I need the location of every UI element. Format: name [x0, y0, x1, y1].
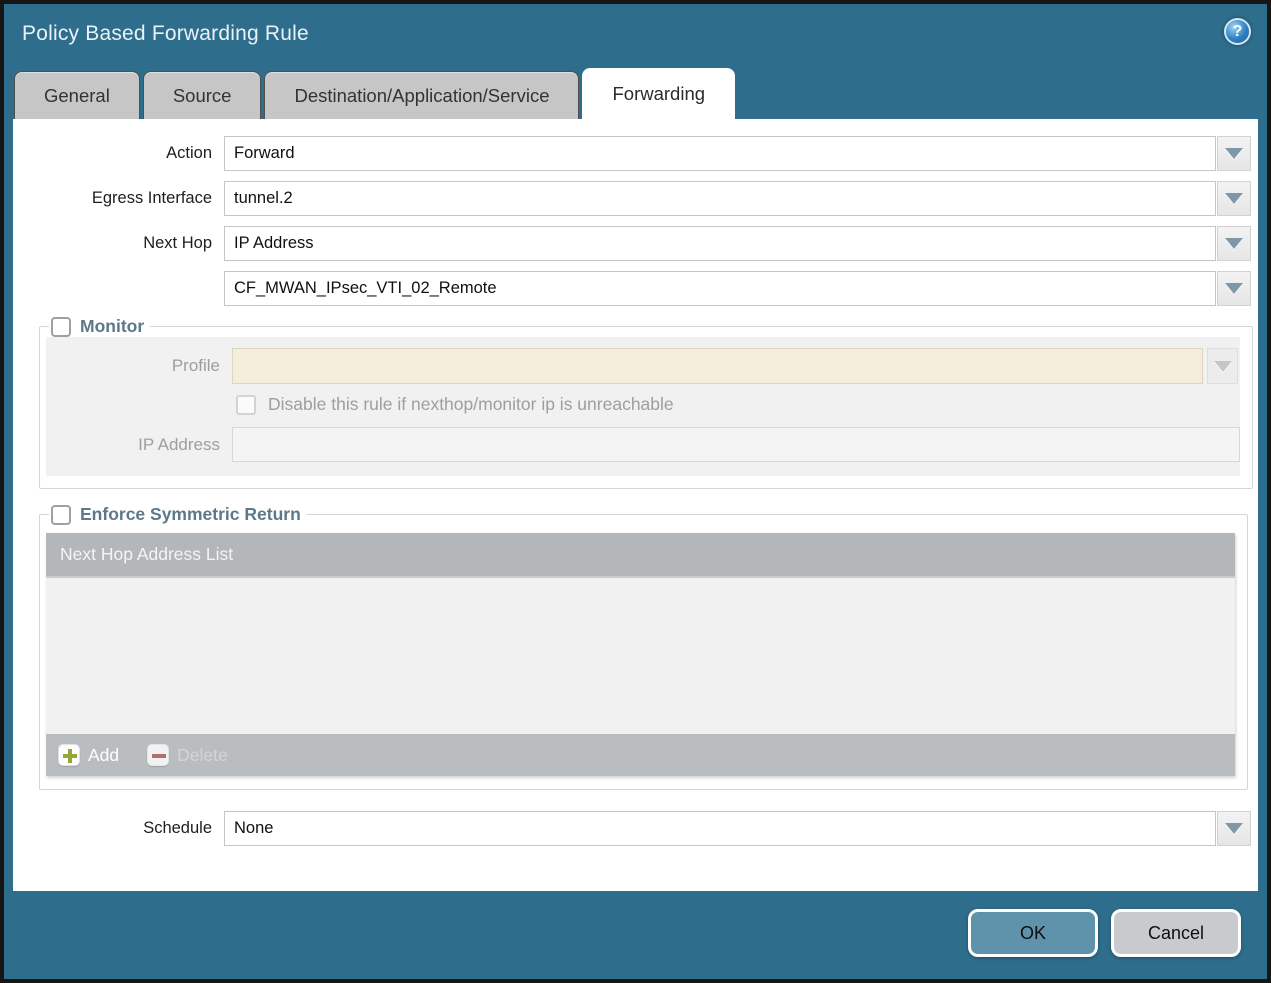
disable-rule-row: Disable this rule if nexthop/monitor ip …	[236, 394, 1240, 415]
dialog-title: Policy Based Forwarding Rule	[22, 22, 309, 46]
schedule-dropdown-button[interactable]	[1217, 811, 1251, 846]
disable-rule-label: Disable this rule if nexthop/monitor ip …	[268, 394, 674, 415]
symmetric-return-section: Enforce Symmetric Return Next Hop Addres…	[39, 504, 1248, 790]
tab-source[interactable]: Source	[143, 71, 262, 119]
add-button-label: Add	[88, 745, 119, 766]
table-header-next-hop-address-list: Next Hop Address List	[46, 533, 1235, 578]
cancel-button[interactable]: Cancel	[1111, 909, 1241, 957]
tab-general[interactable]: General	[14, 71, 140, 119]
chevron-down-icon	[1225, 193, 1243, 204]
schedule-row: Schedule None	[13, 811, 1258, 846]
next-hop-label: Next Hop	[13, 234, 212, 253]
tab-forwarding[interactable]: Forwarding	[582, 68, 735, 119]
monitor-panel: Profile Disable this rule if nexthop/mon…	[46, 337, 1240, 476]
next-hop-row: Next Hop IP Address	[13, 226, 1258, 261]
next-hop-address-select[interactable]: CF_MWAN_IPsec_VTI_02_Remote	[224, 271, 1216, 306]
pbf-rule-dialog: Policy Based Forwarding Rule ? General S…	[0, 0, 1271, 983]
egress-interface-row: Egress Interface tunnel.2	[13, 181, 1258, 216]
monitor-ip-row: IP Address	[46, 427, 1240, 462]
schedule-label: Schedule	[13, 819, 212, 838]
plus-icon	[58, 744, 80, 766]
disable-rule-checkbox	[236, 395, 256, 415]
action-dropdown-button[interactable]	[1217, 136, 1251, 171]
profile-select	[232, 348, 1203, 384]
action-row: Action Forward	[13, 136, 1258, 171]
egress-interface-label: Egress Interface	[13, 189, 212, 208]
chevron-down-icon	[1225, 823, 1243, 834]
profile-row: Profile	[46, 348, 1240, 384]
chevron-down-icon	[1225, 283, 1243, 294]
monitor-ip-label: IP Address	[46, 435, 220, 455]
action-label: Action	[13, 144, 212, 163]
monitor-ip-input	[232, 427, 1240, 462]
ok-button[interactable]: OK	[968, 909, 1098, 957]
chevron-down-icon	[1225, 148, 1243, 159]
schedule-select[interactable]: None	[224, 811, 1216, 846]
monitor-checkbox[interactable]	[51, 317, 71, 337]
action-select[interactable]: Forward	[224, 136, 1216, 171]
tab-content-forwarding: Action Forward Egress Interface tunnel.2…	[13, 119, 1258, 891]
profile-dropdown-button	[1207, 348, 1238, 384]
next-hop-address-row: CF_MWAN_IPsec_VTI_02_Remote	[13, 271, 1258, 306]
table-footer: Add Delete	[46, 734, 1235, 776]
profile-label: Profile	[46, 356, 220, 376]
monitor-section: Monitor Profile Disable this rule if nex…	[39, 316, 1253, 489]
next-hop-address-table: Next Hop Address List Add Delete	[46, 533, 1235, 776]
symmetric-return-legend: Enforce Symmetric Return	[80, 504, 301, 525]
add-button[interactable]: Add	[58, 744, 119, 766]
symmetric-return-checkbox[interactable]	[51, 505, 71, 525]
table-body-empty[interactable]	[46, 578, 1235, 734]
tab-destination-application-service[interactable]: Destination/Application/Service	[264, 71, 579, 119]
next-hop-address-dropdown-button[interactable]	[1217, 271, 1251, 306]
egress-interface-dropdown-button[interactable]	[1217, 181, 1251, 216]
egress-interface-select[interactable]: tunnel.2	[224, 181, 1216, 216]
minus-icon	[147, 744, 169, 766]
dialog-footer: OK Cancel	[4, 887, 1267, 979]
chevron-down-icon	[1225, 238, 1243, 249]
tab-bar: General Source Destination/Application/S…	[4, 68, 1267, 119]
delete-button: Delete	[147, 744, 228, 766]
titlebar: Policy Based Forwarding Rule ?	[4, 4, 1267, 68]
chevron-down-icon	[1214, 361, 1232, 372]
delete-button-label: Delete	[177, 745, 228, 766]
help-icon[interactable]: ?	[1224, 18, 1251, 45]
monitor-legend: Monitor	[80, 316, 144, 337]
next-hop-type-select[interactable]: IP Address	[224, 226, 1216, 261]
next-hop-type-dropdown-button[interactable]	[1217, 226, 1251, 261]
